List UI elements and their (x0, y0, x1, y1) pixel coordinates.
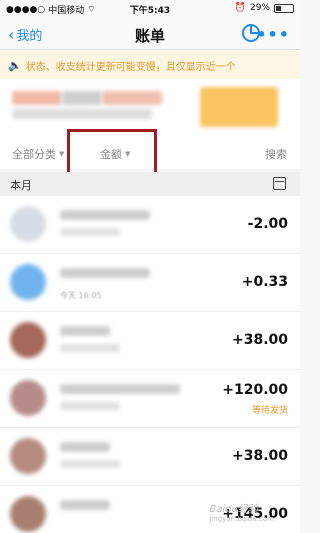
amount: +38.00 (231, 332, 288, 348)
amount: +0.33 (241, 274, 288, 290)
filter-all-categories[interactable]: 全部分类 ▼ (12, 146, 64, 162)
notice-text: 状态、收支统计更新可能变慢，且仅显示近一个 (25, 61, 236, 73)
avatar (10, 264, 46, 300)
blurred-date (60, 402, 120, 410)
blurred-date (60, 228, 120, 236)
filter-all-categories-label: 全部分类 (12, 148, 56, 161)
blurred-title (60, 268, 150, 278)
search-label: 搜索 (265, 148, 287, 161)
transaction-list: -2.00 今天 16:05 +0.33 +38.00 +120.00 等待发货… (0, 196, 300, 533)
more-dots-icon[interactable]: ••• (256, 25, 290, 44)
status-badge: 等待发货 (251, 406, 288, 416)
battery-percent: 29% (249, 3, 270, 13)
notice-banner: 🔈 状态、收支统计更新可能变慢，且仅显示近一个 (0, 51, 300, 79)
blurred-date (60, 460, 120, 468)
blurred-block (12, 91, 62, 105)
battery-icon (274, 3, 294, 13)
calendar-icon[interactable] (273, 177, 286, 190)
baidu-watermark: Baidu经验 jingyan.baidu.com (209, 500, 274, 523)
speaker-icon: 🔈 (8, 58, 22, 72)
amount: +120.00 (222, 382, 288, 398)
date: 今天 16:05 (60, 291, 102, 300)
avatar (10, 206, 46, 242)
summary-blurred (0, 79, 300, 135)
dropdown-triangle-icon: ▼ (59, 150, 65, 158)
list-item[interactable]: +38.00 (0, 312, 300, 370)
blurred-date (60, 344, 120, 352)
avatar (10, 438, 46, 474)
blurred-block (102, 91, 162, 105)
month-header: 本月 (0, 172, 300, 196)
list-item[interactable]: 今天 16:05 +0.33 (0, 254, 300, 312)
amount: -2.00 (247, 216, 288, 232)
avatar (10, 322, 46, 358)
avatar (10, 380, 46, 416)
blurred-block (12, 109, 152, 119)
status-right: ⏰ 29% (235, 3, 294, 13)
list-item[interactable]: +38.00 (0, 428, 300, 486)
watermark-brand: Baidu经验 (209, 504, 258, 515)
blurred-title (60, 210, 150, 220)
blurred-title (60, 326, 110, 336)
blurred-block (62, 91, 102, 105)
blurred-title (60, 500, 110, 510)
navigation-bar: ‹ 我的 账单 ••• (0, 18, 300, 50)
alarm-icon: ⏰ (234, 3, 246, 13)
blurred-title (60, 384, 180, 394)
amount: +38.00 (231, 448, 288, 464)
list-item[interactable]: -2.00 (0, 196, 300, 254)
month-label: 本月 (10, 179, 32, 192)
watermark-url: jingyan.baidu.com (209, 515, 274, 523)
list-item[interactable]: +120.00 等待发货 (0, 370, 300, 428)
blurred-banner-image (200, 87, 278, 127)
status-bar: ●●●●○ 中国移动 ⌔ 下午5:43 ⏰ 29% (0, 0, 300, 18)
search-button[interactable]: 搜索 (265, 146, 287, 162)
battery-fill (276, 5, 281, 11)
avatar (10, 496, 46, 532)
blurred-title (60, 442, 110, 452)
